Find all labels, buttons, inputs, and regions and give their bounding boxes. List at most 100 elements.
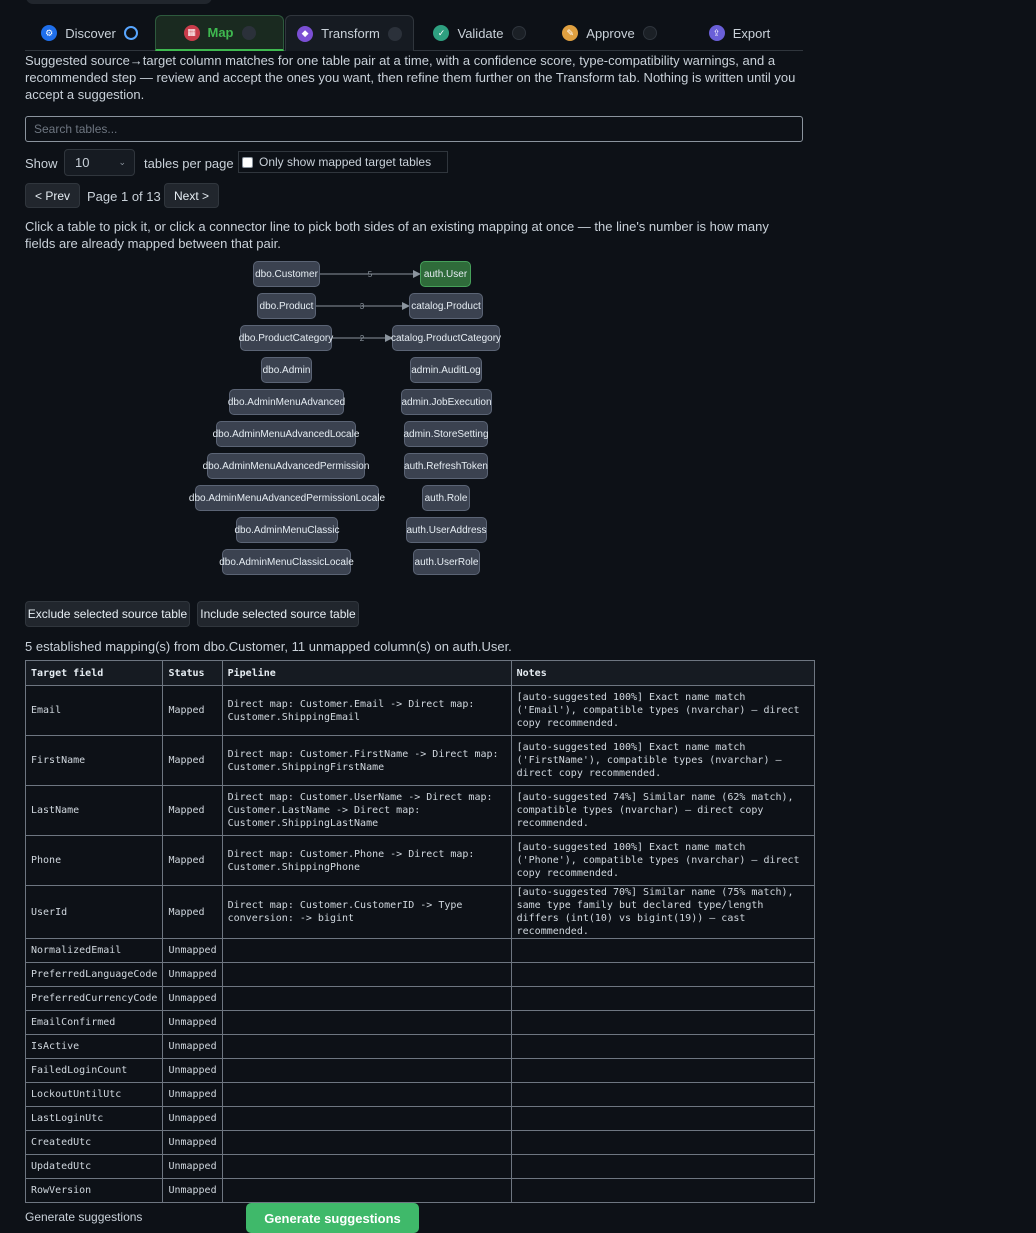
target-field: CreatedUtc <box>24 1130 164 1155</box>
table-row[interactable]: RowVersion Unmapped <box>24 1178 815 1203</box>
next-page-button[interactable]: Next > <box>164 183 219 208</box>
target-field: RowVersion <box>24 1178 164 1203</box>
target-field: LastName <box>24 785 164 836</box>
graph-hint: Click a table to pick it, or click a con… <box>25 219 769 251</box>
only-mapped-checkbox[interactable]: Only show mapped target tables <box>238 151 448 173</box>
column-header: Status <box>162 660 223 686</box>
tab-transform[interactable]: ◆ Transform <box>285 15 414 51</box>
target-node[interactable]: admin.StoreSetting <box>403 421 489 447</box>
pipeline-cell <box>221 1034 512 1059</box>
table-row[interactable]: PreferredLanguageCode Unmapped <box>24 962 815 987</box>
exclude-source-button[interactable]: Exclude selected source table <box>25 601 190 627</box>
tab-validate[interactable]: ✓ Validate <box>415 15 544 51</box>
target-field: LastLoginUtc <box>24 1106 164 1131</box>
target-node-selected[interactable]: auth.User <box>420 261 471 287</box>
table-row[interactable]: LastLoginUtc Unmapped <box>24 1106 815 1131</box>
target-node[interactable]: auth.UserAddress <box>406 517 487 543</box>
target-field: PreferredLanguageCode <box>24 962 164 987</box>
target-node[interactable]: auth.UserRole <box>413 549 480 575</box>
pipeline-cell <box>221 986 512 1011</box>
connector-2[interactable]: 2 <box>332 334 393 343</box>
source-node[interactable]: dbo.AdminMenuClassic <box>234 517 340 543</box>
source-node[interactable]: dbo.AdminMenuAdvancedPermissionLocale <box>189 485 385 511</box>
source-node[interactable]: dbo.AdminMenuAdvancedPermission <box>203 453 369 479</box>
table-row[interactable]: LockoutUntilUtc Unmapped <box>24 1082 815 1107</box>
table-row[interactable]: LastName Mapped Direct map: Customer.Use… <box>24 785 815 836</box>
target-node[interactable]: admin.JobExecution <box>401 389 492 415</box>
tab-description: Suggested source→target column matches f… <box>25 53 796 102</box>
table-row[interactable]: NormalizedEmail Unmapped <box>24 938 815 963</box>
status-dot-icon <box>511 26 526 40</box>
source-node[interactable]: dbo.AdminMenuAdvancedLocale <box>213 421 359 447</box>
source-node[interactable]: dbo.ProductCategory <box>239 325 333 351</box>
mapping-status: 5 established mapping(s) from dbo.Custom… <box>25 639 512 654</box>
table-row[interactable]: IsActive Unmapped <box>24 1034 815 1059</box>
status-cell: Mapped <box>162 885 223 939</box>
checkbox-box[interactable] <box>242 156 253 168</box>
per-page-suffix: tables per page <box>144 156 234 171</box>
source-node[interactable]: dbo.Product <box>257 293 316 319</box>
chevron-down-icon: ⌄ <box>118 157 126 167</box>
notes-cell <box>510 1178 815 1203</box>
tab-discover[interactable]: ⚙ Discover <box>25 15 154 51</box>
pipeline-cell <box>221 1010 512 1035</box>
connector-1[interactable]: 3 <box>316 302 410 311</box>
pipeline-cell <box>221 1154 512 1179</box>
table-row[interactable]: EmailConfirmed Unmapped <box>24 1010 815 1035</box>
table-row[interactable]: CreatedUtc Unmapped <box>24 1130 815 1155</box>
column-header: Notes <box>510 660 815 686</box>
source-node[interactable]: dbo.Customer <box>253 261 320 287</box>
table-row[interactable]: UpdatedUtc Unmapped <box>24 1154 815 1179</box>
target-node[interactable]: auth.RefreshToken <box>404 453 488 479</box>
include-source-button[interactable]: Include selected source table <box>197 601 359 627</box>
source-node[interactable]: dbo.Admin <box>261 357 312 383</box>
prev-page-button[interactable]: < Prev <box>25 183 80 208</box>
target-node[interactable]: catalog.Product <box>409 293 483 319</box>
pipeline-cell: Direct map: Customer.FirstName -> Direct… <box>221 735 512 786</box>
status-cell: Mapped <box>162 835 223 886</box>
target-field: FailedLoginCount <box>24 1058 164 1083</box>
target-field: FirstName <box>24 735 164 786</box>
target-field: Phone <box>24 835 164 886</box>
notes-cell: [auto-suggested 70%] Similar name (75% m… <box>510 885 815 939</box>
per-page-select[interactable]: 10 ⌄ <box>64 149 135 176</box>
target-node[interactable]: auth.Role <box>422 485 470 511</box>
pipeline-cell <box>221 1178 512 1203</box>
source-node[interactable]: dbo.AdminMenuAdvanced <box>228 389 345 415</box>
tab-label: Export <box>732 25 771 41</box>
checkbox-label: Only show mapped target tables <box>259 155 432 169</box>
show-label: Show <box>25 156 58 171</box>
connector-0[interactable]: 5 <box>320 270 421 279</box>
connector-count: 2 <box>360 334 365 343</box>
status-cell: Unmapped <box>162 1178 223 1203</box>
tab-export[interactable]: ⇪ Export <box>675 15 804 51</box>
connector-count: 3 <box>360 302 365 311</box>
target-field: IsActive <box>24 1034 164 1059</box>
status-cell: Unmapped <box>162 1010 223 1035</box>
target-node[interactable]: catalog.ProductCategory <box>391 325 501 351</box>
table-row[interactable]: UserId Mapped Direct map: Customer.Custo… <box>24 885 815 939</box>
table-row[interactable]: Phone Mapped Direct map: Customer.Phone … <box>24 835 815 886</box>
notes-cell: [auto-suggested 74%] Similar name (62% m… <box>510 785 815 836</box>
column-header: Target field <box>24 660 164 686</box>
source-node[interactable]: dbo.AdminMenuClassicLocale <box>219 549 354 575</box>
tab-approve[interactable]: ✎ Approve <box>545 15 674 51</box>
tab-map[interactable]: ▦ Map <box>155 15 284 51</box>
pipeline-cell: Direct map: Customer.Phone -> Direct map… <box>221 835 512 886</box>
target-node[interactable]: admin.AuditLog <box>410 357 482 383</box>
table-row[interactable]: FailedLoginCount Unmapped <box>24 1058 815 1083</box>
notes-cell <box>510 1058 815 1083</box>
pipeline-cell: Direct map: Customer.CustomerID -> Type … <box>221 885 512 939</box>
table-row[interactable]: FirstName Mapped Direct map: Customer.Fi… <box>24 735 815 786</box>
table-row[interactable]: PreferredCurrencyCode Unmapped <box>24 986 815 1011</box>
transform-icon: ◆ <box>297 25 314 42</box>
status-cell: Unmapped <box>162 1034 223 1059</box>
map-icon: ▦ <box>183 24 200 41</box>
search-input[interactable] <box>25 116 803 142</box>
table-row[interactable]: Email Mapped Direct map: Customer.Email … <box>24 685 815 736</box>
status-cell: Mapped <box>162 785 223 836</box>
generate-suggestions-button[interactable]: Generate suggestions <box>246 1203 419 1233</box>
target-field: LockoutUntilUtc <box>24 1082 164 1107</box>
target-field: PreferredCurrencyCode <box>24 986 164 1011</box>
tab-label: Discover <box>65 25 116 41</box>
